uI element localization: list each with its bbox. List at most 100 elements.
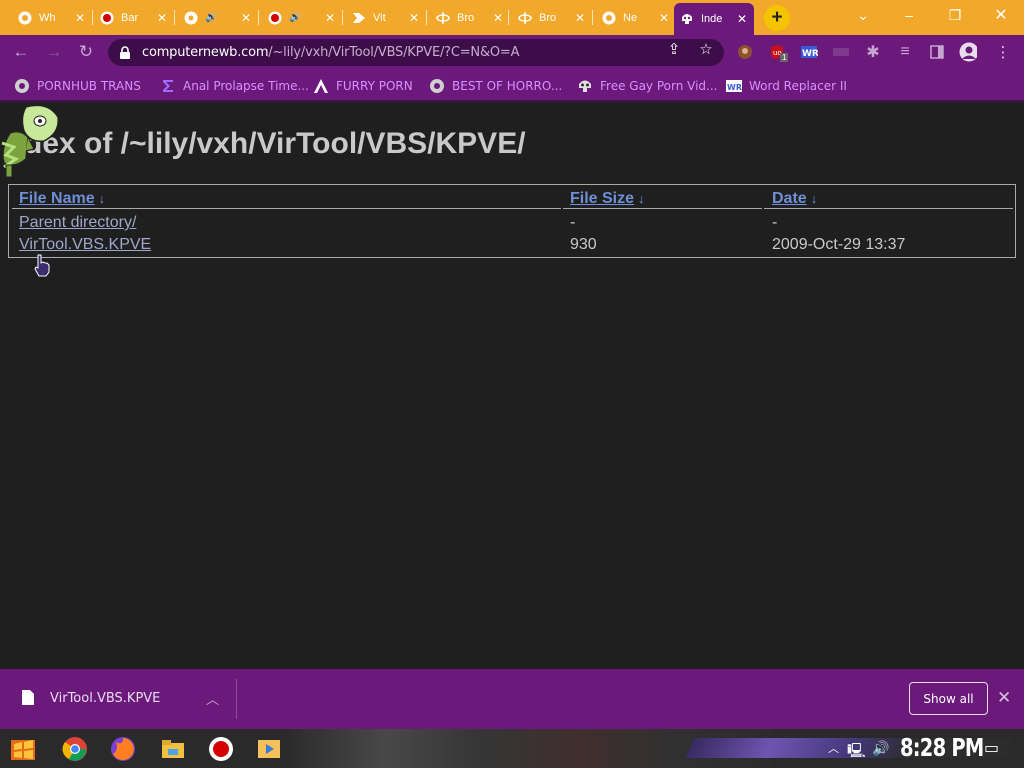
- close-icon[interactable]: ✕: [492, 11, 504, 25]
- bookmark-star-icon[interactable]: ☆: [698, 41, 714, 58]
- side-panel-icon[interactable]: [928, 43, 946, 61]
- ublock-icon[interactable]: uo 1: [768, 43, 789, 62]
- close-icon[interactable]: ✕: [658, 11, 670, 25]
- tab-2[interactable]: Bar ✕: [94, 4, 174, 31]
- media-queue-icon[interactable]: ≡: [896, 43, 914, 61]
- bookmark-item[interactable]: WR Word Replacer II: [726, 77, 847, 95]
- close-window-button[interactable]: ✕: [978, 0, 1024, 30]
- brush-icon: [518, 11, 532, 25]
- wr-icon: WR: [726, 78, 742, 94]
- extension-badge: 1: [780, 53, 789, 62]
- tab-strip: Wh ✕ Bar ✕ 🔊 ✕ 🔊 ✕ Vit ✕ Bro ✕ Bro ✕ Ne: [0, 0, 1024, 35]
- file-listing-table: File Name ↓ File Size ↓ Date ↓ Parent direc…: [8, 184, 1016, 258]
- notification-icon[interactable]: ▭: [984, 738, 999, 758]
- bookmark-label: Anal Prolapse Time...: [183, 79, 309, 93]
- skull-icon: [577, 78, 593, 94]
- bookmark-item[interactable]: PORNHUB TRANS: [14, 77, 141, 95]
- menu-kebab-icon[interactable]: ⋮: [994, 43, 1012, 61]
- new-tab-button[interactable]: +: [764, 5, 790, 31]
- sort-arrow-icon[interactable]: ↓: [638, 191, 645, 206]
- tab-title: Ne: [623, 11, 638, 24]
- tab-search-icon[interactable]: ⌄: [840, 0, 886, 30]
- globe-icon: [14, 78, 30, 94]
- bookmark-item[interactable]: Anal Prolapse Time...: [160, 77, 309, 95]
- parent-directory-link[interactable]: Parent directory/: [19, 214, 136, 232]
- file-explorer-icon[interactable]: [158, 734, 188, 764]
- close-icon[interactable]: ✕: [324, 11, 336, 25]
- back-button[interactable]: ←: [9, 40, 33, 64]
- bookmark-item[interactable]: Free Gay Porn Vid...: [577, 77, 717, 95]
- extensions-puzzle-icon[interactable]: ✱: [864, 43, 882, 61]
- tab-title: Inde: [701, 13, 723, 25]
- chrome-taskbar-icon[interactable]: [60, 734, 90, 764]
- tab-5[interactable]: Vit ✕: [346, 4, 426, 31]
- firefox-taskbar-icon[interactable]: [108, 734, 138, 764]
- close-icon[interactable]: ✕: [156, 11, 168, 25]
- close-icon[interactable]: ✕: [997, 688, 1011, 708]
- close-icon[interactable]: ✕: [574, 11, 586, 25]
- header-divider: [563, 208, 762, 209]
- close-icon[interactable]: ✕: [240, 11, 252, 25]
- start-menu-icon[interactable]: [8, 734, 38, 764]
- bookmark-item[interactable]: FURRY PORN: [313, 77, 413, 95]
- page-heading: dex of /~lily/vxh/VirTool/VBS/KPVE/: [24, 127, 526, 160]
- svg-text:WR: WR: [802, 49, 818, 59]
- forward-button[interactable]: →: [42, 40, 66, 64]
- header-divider: [12, 208, 561, 209]
- recorder-taskbar-icon[interactable]: [206, 734, 236, 764]
- close-icon[interactable]: ✕: [408, 11, 420, 25]
- file-link[interactable]: VirTool.VBS.KPVE: [19, 236, 151, 254]
- skull-icon: [680, 12, 694, 26]
- column-header-file-name[interactable]: File Name ↓: [19, 190, 105, 208]
- chevron-up-icon[interactable]: ︿: [206, 689, 219, 708]
- sigma-icon: [160, 78, 176, 94]
- svg-text:WR: WR: [727, 83, 742, 92]
- volume-icon[interactable]: 🔊: [872, 740, 889, 757]
- speaker-icon[interactable]: 🔊: [289, 12, 324, 23]
- bookmark-label: FURRY PORN: [336, 79, 413, 93]
- speaker-icon[interactable]: 🔊: [205, 12, 240, 23]
- extension-avatar-icon[interactable]: [736, 43, 754, 61]
- media-player-icon[interactable]: [254, 734, 284, 764]
- tab-title: Vit: [373, 11, 386, 24]
- restore-button[interactable]: ❐: [932, 0, 978, 30]
- show-all-button[interactable]: Show all: [909, 682, 988, 715]
- reload-button[interactable]: ↻: [74, 40, 98, 64]
- download-shelf: VirTool.VBS.KPVE ︿ Show all ✕: [0, 669, 1024, 729]
- tab-1[interactable]: Wh ✕: [12, 4, 92, 31]
- lock-icon[interactable]: [118, 45, 132, 60]
- bookmark-label: PORNHUB TRANS: [37, 79, 141, 93]
- close-icon[interactable]: ✕: [74, 11, 86, 25]
- globe-icon: [184, 11, 198, 25]
- word-replacer-icon[interactable]: WR: [800, 43, 818, 61]
- extension-icon[interactable]: [832, 43, 850, 61]
- sort-arrow-icon[interactable]: ↓: [99, 191, 106, 206]
- chevron-up-icon[interactable]: ︿: [828, 740, 839, 756]
- profile-avatar-icon[interactable]: [959, 42, 977, 62]
- file-size-cell: 930: [570, 236, 597, 253]
- network-icon[interactable]: 🖳: [847, 740, 866, 764]
- tab-title: Bar: [121, 11, 139, 24]
- url-text: computernewb.com/~lily/vxh/VirTool/VBS/K…: [142, 45, 520, 60]
- column-header-date[interactable]: Date ↓: [772, 190, 817, 208]
- record-icon: [268, 11, 282, 25]
- tab-4[interactable]: 🔊 ✕: [262, 4, 342, 31]
- minimize-button[interactable]: –: [886, 0, 932, 30]
- tab-8[interactable]: Ne ✕: [596, 4, 676, 31]
- tab-6[interactable]: Bro ✕: [430, 4, 510, 31]
- close-icon[interactable]: ✕: [736, 12, 748, 26]
- address-bar[interactable]: computernewb.com/~lily/vxh/VirTool/VBS/K…: [108, 39, 724, 66]
- tab-9-active[interactable]: Inde ✕: [674, 3, 754, 35]
- video-icon: [352, 11, 366, 25]
- tab-3[interactable]: 🔊 ✕: [178, 4, 258, 31]
- column-header-file-size[interactable]: File Size ↓: [570, 190, 645, 208]
- bookmark-item[interactable]: BEST OF HORRO...: [429, 77, 562, 95]
- sort-arrow-icon[interactable]: ↓: [811, 191, 818, 206]
- chrome-icon: [18, 11, 32, 25]
- share-icon[interactable]: ⇪: [666, 41, 682, 58]
- divider: [236, 679, 237, 719]
- system-clock[interactable]: 8:28 PM: [900, 733, 984, 762]
- download-item[interactable]: VirTool.VBS.KPVE: [50, 691, 160, 706]
- hand-cursor-icon: [33, 253, 53, 282]
- tab-7[interactable]: Bro ✕: [512, 4, 592, 31]
